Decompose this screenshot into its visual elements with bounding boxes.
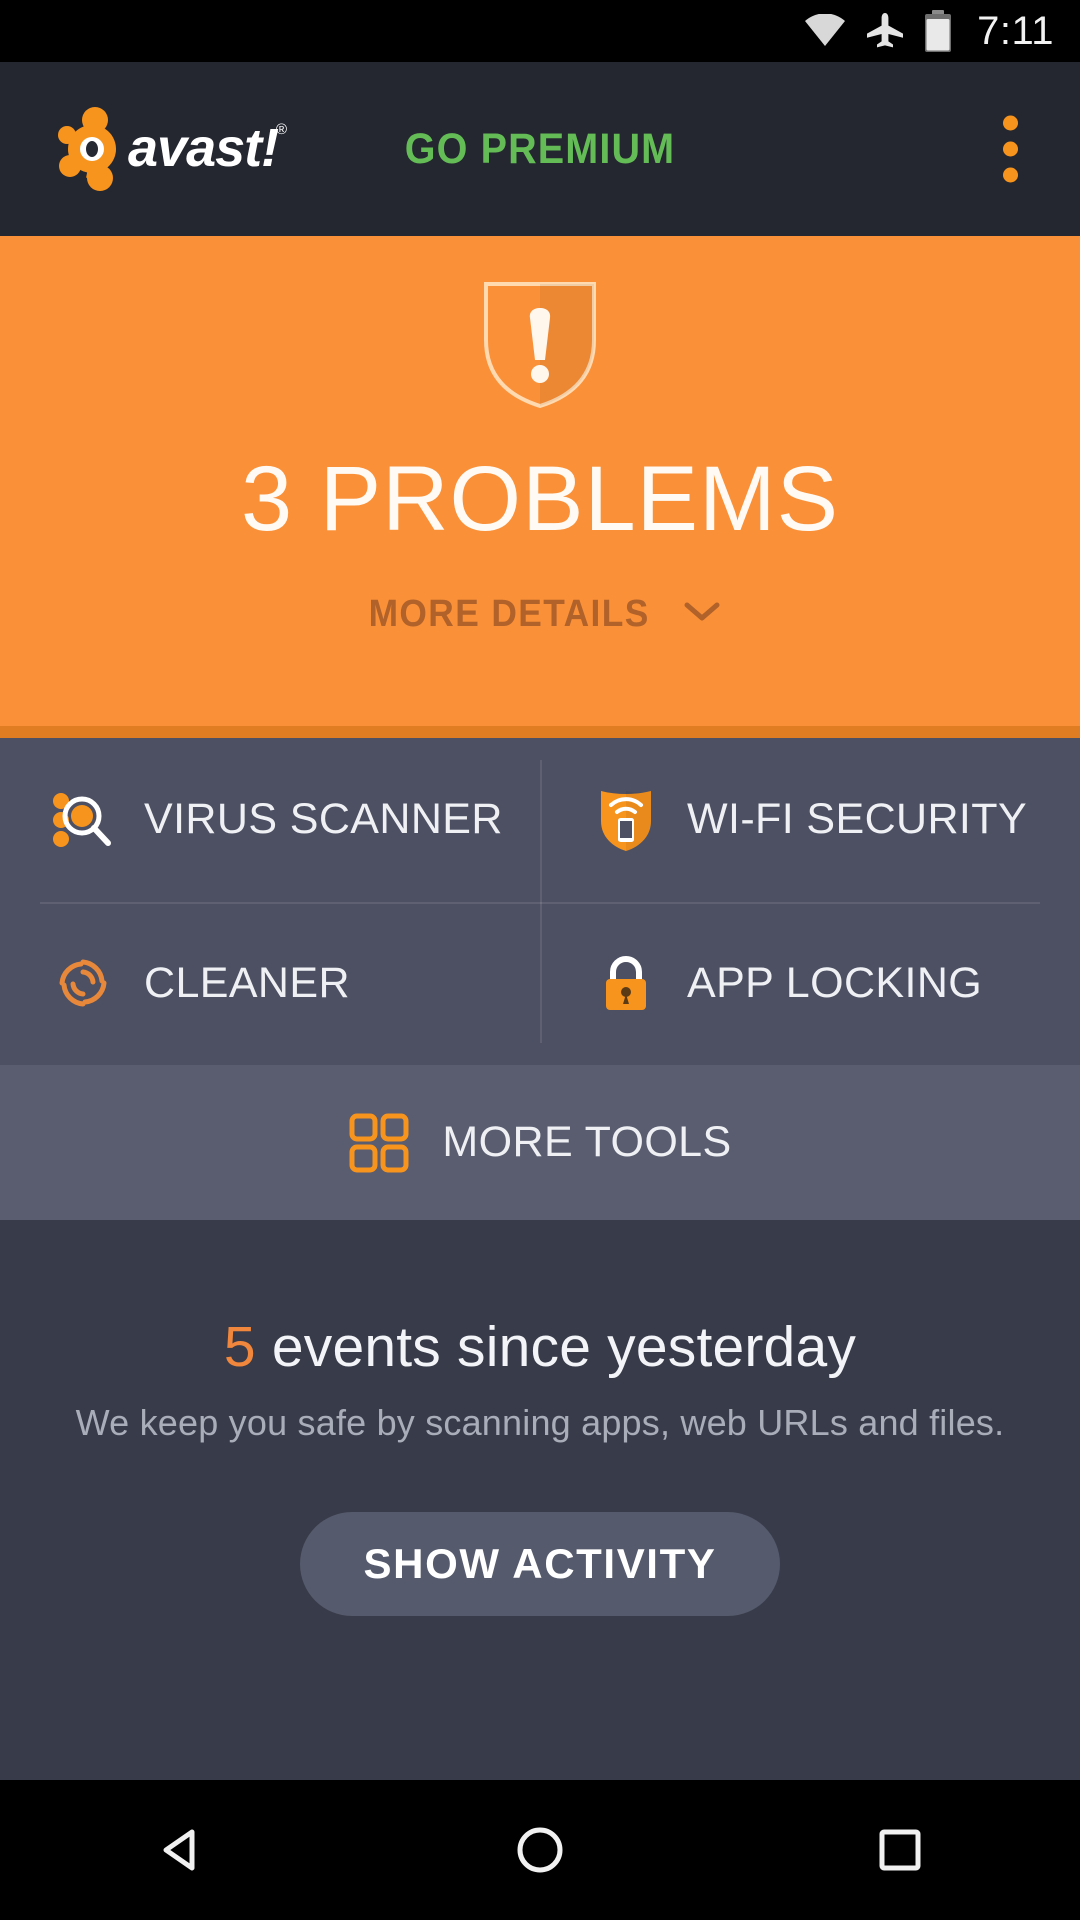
wifi-icon [803, 14, 847, 48]
activity-subtitle: We keep you safe by scanning apps, web U… [75, 1402, 1005, 1443]
tool-label: APP LOCKING [687, 958, 983, 1007]
overflow-menu-icon[interactable] [985, 102, 1036, 197]
padlock-icon [595, 952, 657, 1014]
tool-app-locking[interactable]: APP LOCKING [537, 902, 1080, 1066]
shield-warning-icon [480, 278, 600, 415]
android-nav-bar [0, 1780, 1080, 1920]
grid-horizontal-divider [40, 901, 1040, 904]
home-circle-icon[interactable] [450, 1780, 630, 1920]
events-summary: 5 events since yesterday [224, 1314, 856, 1380]
status-time: 7:11 [977, 8, 1054, 53]
hero-divider [0, 726, 1080, 738]
events-suffix: events since yesterday [255, 1315, 857, 1379]
go-premium-button[interactable]: GO PREMIUM [43, 125, 1037, 174]
status-bar: 7:11 [0, 0, 1080, 62]
events-count: 5 [223, 1315, 256, 1379]
tool-cleaner[interactable]: CLEANER [0, 902, 537, 1066]
security-status-hero: 3 PROBLEMS MORE DETAILS [0, 236, 1080, 726]
more-tools-button[interactable]: MORE TOOLS [0, 1065, 1080, 1220]
back-triangle-icon[interactable] [90, 1780, 270, 1920]
more-details-button[interactable]: MORE DETAILS [344, 587, 736, 642]
virus-scanner-icon [52, 789, 114, 851]
page-title: 3 PROBLEMS [241, 448, 839, 550]
activity-panel: 5 events since yesterday We keep you saf… [0, 1220, 1080, 1780]
wifi-shield-icon [595, 789, 657, 851]
battery-icon [923, 10, 953, 52]
app-screen: 7:11 avast! ® GO PREMIUM 3 PROBLEMS MORE… [0, 0, 1080, 1920]
app-bar: avast! ® GO PREMIUM [0, 62, 1080, 236]
chevron-down-icon [682, 600, 722, 629]
tool-virus-scanner[interactable]: VIRUS SCANNER [0, 738, 537, 902]
overflow-dot [1003, 115, 1018, 131]
more-details-label: MORE DETAILS [368, 593, 650, 635]
cleaner-swirl-icon [52, 952, 114, 1014]
airplane-mode-icon [865, 11, 905, 51]
recents-square-icon[interactable] [810, 1780, 990, 1920]
tool-label: VIRUS SCANNER [144, 795, 503, 844]
show-activity-button[interactable]: SHOW ACTIVITY [299, 1512, 781, 1616]
tool-wifi-security[interactable]: WI-FI SECURITY [537, 738, 1080, 902]
overflow-dot [1003, 141, 1018, 157]
overflow-dot [1003, 167, 1018, 183]
tool-label: WI-FI SECURITY [687, 795, 1028, 844]
more-tools-label: MORE TOOLS [442, 1118, 732, 1166]
grid-2x2-icon [348, 1112, 410, 1174]
tool-label: CLEANER [144, 958, 350, 1007]
tools-grid: VIRUS SCANNER WI-FI SECURITY CLEANER APP… [0, 738, 1080, 1065]
